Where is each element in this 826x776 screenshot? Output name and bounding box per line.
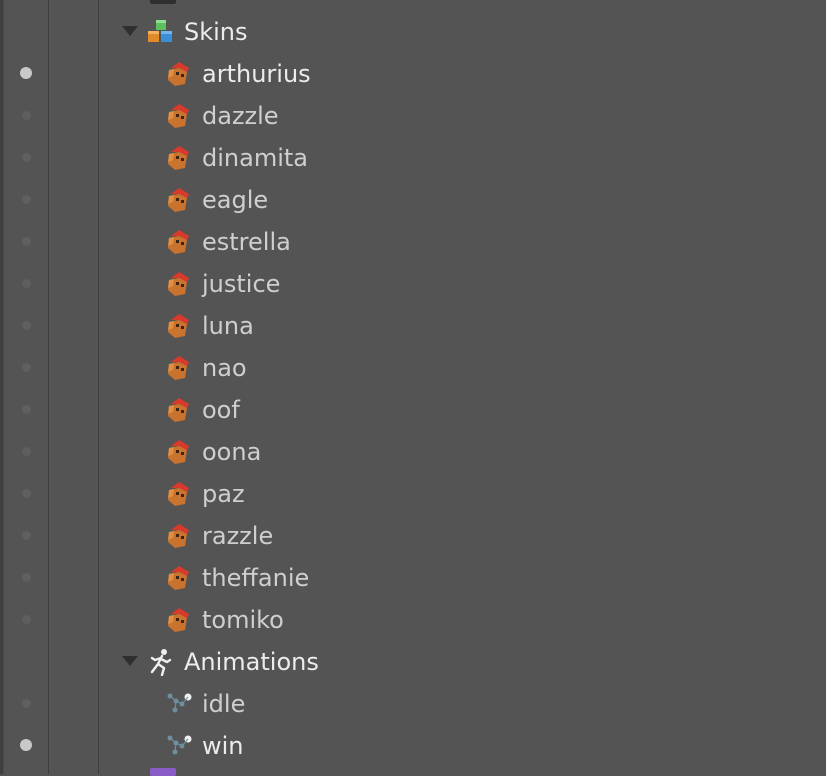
skin-item[interactable]: theffanie [0, 556, 826, 598]
tree-node-label: Skins [184, 18, 248, 46]
visibility-toggle-dot[interactable] [21, 488, 31, 498]
visibility-toggle-dot[interactable] [21, 236, 31, 246]
visibility-toggle-dot[interactable] [21, 194, 31, 204]
skin-item[interactable]: oona [0, 430, 826, 472]
tree-node-skins[interactable]: Skins [0, 10, 826, 52]
visibility-toggle-dot[interactable] [20, 67, 32, 79]
tree-item-label: win [202, 732, 244, 760]
tree-item-label: dinamita [202, 144, 308, 172]
skin-icon [168, 104, 189, 128]
tree-item-label: arthurius [202, 60, 311, 88]
tree-node-label: Animations [184, 648, 319, 676]
visibility-toggle-dot[interactable] [20, 739, 32, 751]
visibility-toggle-dot[interactable] [21, 446, 31, 456]
skin-icon [168, 398, 189, 422]
skin-icon [168, 566, 189, 590]
tree-node-animations[interactable]: Animations [0, 640, 826, 682]
tree-item-label: dazzle [202, 102, 279, 130]
skin-item[interactable]: justice [0, 262, 826, 304]
tree-item-label: estrella [202, 228, 291, 256]
running-figure-icon [150, 649, 172, 676]
skins-cubes-icon [148, 20, 172, 42]
skin-item[interactable]: arthurius [0, 52, 826, 94]
skin-item[interactable]: estrella [0, 220, 826, 262]
skin-icon [168, 272, 189, 296]
skin-item[interactable]: dazzle [0, 94, 826, 136]
skin-item[interactable]: luna [0, 304, 826, 346]
tree-item-label: razzle [202, 522, 274, 550]
tree-item-label: tomiko [202, 606, 284, 634]
skin-icon [168, 356, 189, 380]
skin-icon [168, 188, 189, 212]
tree-item-label: theffanie [202, 564, 310, 592]
tree-item-label: oof [202, 396, 240, 424]
tree-item-label: luna [202, 312, 254, 340]
visibility-toggle-dot[interactable] [21, 320, 31, 330]
skin-item[interactable]: oof [0, 388, 826, 430]
tree-item-label: paz [202, 480, 245, 508]
tree-item-label: justice [202, 270, 281, 298]
expand-arrow-icon[interactable] [122, 656, 138, 666]
animation-keys-icon [167, 693, 192, 713]
animation-item[interactable]: idle [0, 682, 826, 724]
tree-item-label: oona [202, 438, 262, 466]
tree-item-label: idle [202, 690, 246, 718]
skin-icon [168, 146, 189, 170]
visibility-toggle-dot[interactable] [21, 110, 31, 120]
visibility-toggle-dot[interactable] [21, 572, 31, 582]
visibility-toggle-dot[interactable] [21, 278, 31, 288]
visibility-toggle-dot[interactable] [21, 404, 31, 414]
tree-item-label: nao [202, 354, 247, 382]
skin-item[interactable]: razzle [0, 514, 826, 556]
visibility-toggle-dot[interactable] [21, 698, 31, 708]
skin-item[interactable]: dinamita [0, 136, 826, 178]
animation-keys-icon [167, 735, 192, 755]
tree-item-label: eagle [202, 186, 269, 214]
skin-icon [168, 62, 189, 86]
skin-item[interactable]: eagle [0, 178, 826, 220]
skin-icon [168, 482, 189, 506]
skin-item[interactable]: tomiko [0, 598, 826, 640]
skin-item[interactable]: paz [0, 472, 826, 514]
visibility-toggle-dot[interactable] [21, 362, 31, 372]
skin-icon [168, 440, 189, 464]
animation-item[interactable]: win [0, 724, 826, 766]
skin-icon [168, 524, 189, 548]
visibility-toggle-dot[interactable] [21, 614, 31, 624]
expand-arrow-icon[interactable] [122, 26, 138, 36]
visibility-toggle-dot[interactable] [21, 152, 31, 162]
skin-item[interactable]: nao [0, 346, 826, 388]
skin-icon [168, 314, 189, 338]
visibility-toggle-dot[interactable] [21, 530, 31, 540]
skin-icon [168, 608, 189, 632]
skin-icon [168, 230, 189, 254]
hierarchy-tree: Skins arthurius dazzle dinamita eagle estrel… [0, 0, 826, 774]
